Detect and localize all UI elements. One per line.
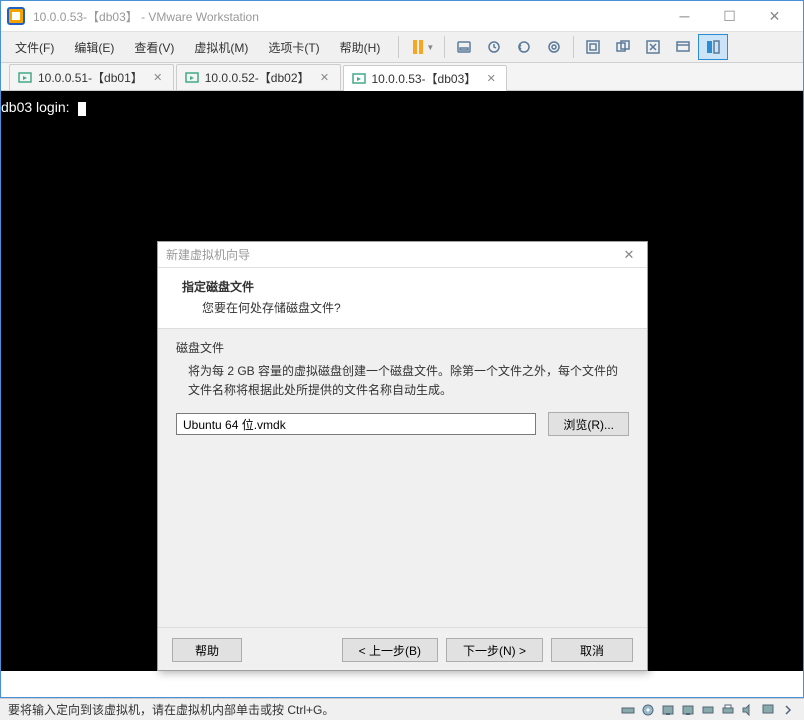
menubar: 文件(F) 编辑(E) 查看(V) 虚拟机(M) 选项卡(T) 帮助(H) ▼: [1, 31, 803, 63]
disk-file-path-input[interactable]: [176, 413, 536, 435]
dialog-title: 新建虚拟机向导: [166, 246, 619, 263]
chevron-right-icon[interactable]: [780, 702, 796, 718]
network-adapter-icon[interactable]: [660, 702, 676, 718]
vm-running-icon: [185, 71, 199, 85]
vmware-window: 10.0.0.53-【db03】 - VMware Workstation ─ …: [0, 0, 804, 698]
window-controls: ─ ☐ ✕: [662, 2, 797, 30]
vm-running-icon: [352, 72, 366, 86]
menu-edit[interactable]: 编辑(E): [64, 35, 124, 60]
menu-vm[interactable]: 虚拟机(M): [184, 35, 258, 60]
maximize-button[interactable]: ☐: [707, 2, 752, 30]
vm-tab-db03[interactable]: 10.0.0.53-【db03】 ✕: [343, 65, 508, 91]
window-title: 10.0.0.53-【db03】 - VMware Workstation: [33, 8, 662, 25]
vmware-app-icon: [7, 7, 25, 25]
vm-tab-label: 10.0.0.53-【db03】: [372, 70, 477, 87]
dialog-header: 指定磁盘文件 您要在何处存储磁盘文件?: [158, 268, 647, 328]
dialog-titlebar: 新建虚拟机向导 ✕: [158, 242, 647, 268]
usb-controller-icon[interactable]: [700, 702, 716, 718]
dialog-subheading: 您要在何处存储磁盘文件?: [182, 299, 627, 316]
vm-tab-bar: 10.0.0.51-【db01】 ✕ 10.0.0.52-【db02】 ✕ 10…: [1, 63, 803, 91]
display-icon[interactable]: [760, 702, 776, 718]
vm-tab-label: 10.0.0.51-【db01】: [38, 69, 143, 86]
pause-button[interactable]: ▼: [407, 34, 440, 60]
unity-icon[interactable]: [608, 34, 638, 60]
vm-tab-db01[interactable]: 10.0.0.51-【db01】 ✕: [9, 64, 174, 90]
menu-file[interactable]: 文件(F): [5, 35, 64, 60]
close-button[interactable]: ✕: [752, 2, 797, 30]
vm-console[interactable]: db03 login: 新建虚拟机向导 ✕ 指定磁盘文件 您要在何处存储磁盘文件…: [1, 91, 803, 671]
close-icon[interactable]: ✕: [151, 71, 165, 85]
snapshot-icon[interactable]: [479, 34, 509, 60]
send-ctrl-alt-del-icon[interactable]: [449, 34, 479, 60]
chevron-down-icon: ▼: [426, 43, 434, 52]
revert-snapshot-icon[interactable]: [509, 34, 539, 60]
console-view-icon[interactable]: [668, 34, 698, 60]
fullscreen-icon[interactable]: [638, 34, 668, 60]
dialog-close-button[interactable]: ✕: [619, 245, 639, 265]
close-icon[interactable]: ✕: [484, 72, 498, 86]
close-icon[interactable]: ✕: [318, 71, 332, 85]
fit-guest-icon[interactable]: [578, 34, 608, 60]
dialog-body: 磁盘文件 将为每 2 GB 容量的虚拟磁盘创建一个磁盘文件。除第一个文件之外，每…: [158, 328, 647, 628]
snapshot-manager-icon[interactable]: [539, 34, 569, 60]
printer-icon[interactable]: [720, 702, 736, 718]
new-vm-wizard-dialog: 新建虚拟机向导 ✕ 指定磁盘文件 您要在何处存储磁盘文件? 磁盘文件 将为每 2…: [157, 241, 648, 671]
menu-help[interactable]: 帮助(H): [330, 35, 391, 60]
status-device-icons: [620, 702, 796, 718]
statusbar-text: 要将输入定向到该虚拟机，请在虚拟机内部单击或按 Ctrl+G。: [8, 701, 620, 718]
statusbar: 要将输入定向到该虚拟机，请在虚拟机内部单击或按 Ctrl+G。: [0, 698, 804, 720]
cd-dvd-icon[interactable]: [640, 702, 656, 718]
sound-card-icon[interactable]: [740, 702, 756, 718]
next-button[interactable]: 下一步(N) >: [446, 638, 543, 662]
vm-tab-db02[interactable]: 10.0.0.52-【db02】 ✕: [176, 64, 341, 90]
titlebar: 10.0.0.53-【db03】 - VMware Workstation ─ …: [1, 1, 803, 31]
cancel-button[interactable]: 取消: [551, 638, 633, 662]
menu-tabs[interactable]: 选项卡(T): [258, 35, 329, 60]
text-cursor: [78, 102, 86, 116]
minimize-button[interactable]: ─: [662, 2, 707, 30]
back-button[interactable]: < 上一步(B): [342, 638, 438, 662]
library-view-icon[interactable]: [698, 34, 728, 60]
dialog-heading: 指定磁盘文件: [182, 278, 627, 295]
browse-button[interactable]: 浏览(R)...: [548, 412, 629, 436]
help-button[interactable]: 帮助: [172, 638, 242, 662]
dialog-footer: 帮助 < 上一步(B) 下一步(N) > 取消: [158, 628, 647, 672]
console-prompt: db03 login:: [1, 99, 70, 115]
disk-file-description: 将为每 2 GB 容量的虚拟磁盘创建一个磁盘文件。除第一个文件之外，每个文件的文…: [176, 360, 629, 412]
hard-disk-icon[interactable]: [620, 702, 636, 718]
disk-file-label: 磁盘文件: [176, 339, 629, 356]
vm-tab-label: 10.0.0.52-【db02】: [205, 69, 310, 86]
menu-view[interactable]: 查看(V): [124, 35, 184, 60]
vm-running-icon: [18, 71, 32, 85]
network-adapter2-icon[interactable]: [680, 702, 696, 718]
